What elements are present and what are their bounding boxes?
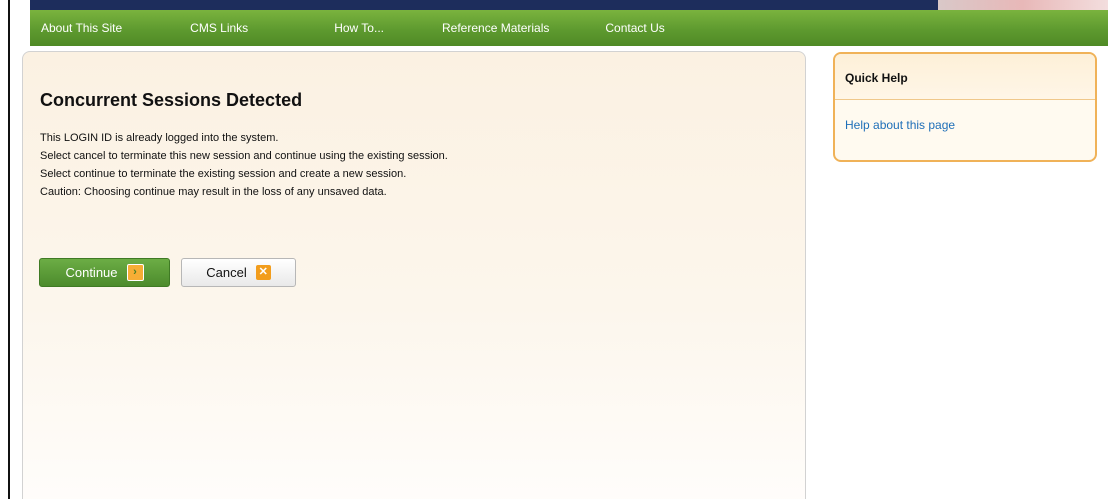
nav-item-cms-links[interactable]: CMS Links	[190, 21, 248, 35]
message-line: Select continue to terminate the existin…	[40, 168, 407, 180]
quick-help-title: Quick Help	[835, 54, 1095, 100]
nav-item-how-to[interactable]: How To...	[334, 21, 384, 35]
continue-button[interactable]: Continue ›	[39, 258, 170, 287]
message-line: Caution: Choosing continue may result in…	[40, 186, 387, 198]
message-line: Select cancel to terminate this new sess…	[40, 150, 448, 162]
continue-button-label: Continue	[65, 265, 118, 280]
quick-help-panel: Quick Help Help about this page	[833, 52, 1097, 162]
nav-item-reference-materials[interactable]: Reference Materials	[442, 21, 549, 35]
concurrent-session-panel: Concurrent Sessions Detected This LOGIN …	[22, 51, 806, 499]
nav-item-contact-us[interactable]: Contact Us	[605, 21, 664, 35]
arrow-right-icon: ›	[126, 264, 144, 281]
window-left-border	[8, 0, 10, 499]
cancel-button[interactable]: Cancel ✕	[181, 258, 296, 287]
page-title: Concurrent Sessions Detected	[40, 90, 303, 110]
close-icon: ✕	[255, 265, 271, 280]
top-navigation-bar: About This Site CMS Links How To... Refe…	[30, 10, 1108, 46]
nav-item-about-this-site[interactable]: About This Site	[41, 21, 122, 35]
session-message: This LOGIN ID is already logged into the…	[40, 129, 448, 201]
message-line: This LOGIN ID is already logged into the…	[40, 132, 279, 144]
cancel-button-label: Cancel	[206, 265, 247, 280]
header-banner-fragment	[938, 0, 1108, 10]
help-about-this-page-link[interactable]: Help about this page	[845, 118, 955, 132]
page: About This Site CMS Links How To... Refe…	[0, 0, 1108, 499]
